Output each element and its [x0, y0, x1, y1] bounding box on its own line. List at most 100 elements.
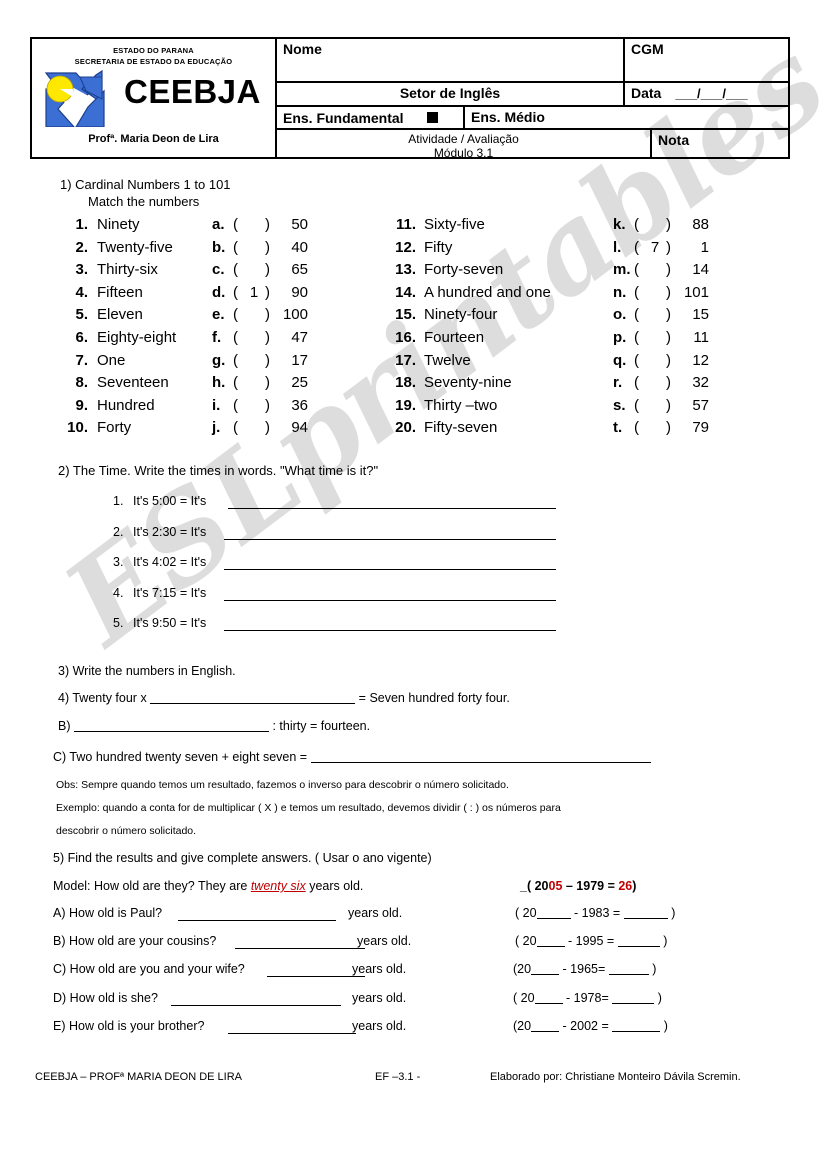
- age-calc-year-blank[interactable]: [534, 991, 563, 1004]
- time-row-text: It's 5:00 = It's: [133, 494, 207, 508]
- age-years-old-label: years old.: [352, 962, 407, 977]
- age-calc-open: ( 20: [515, 906, 537, 920]
- age-calc-mid: - 1983 =: [570, 906, 624, 920]
- match-row-letter: t.: [613, 419, 623, 437]
- match-row-index: 7.: [75, 351, 88, 369]
- age-calc-year-blank[interactable]: [536, 934, 565, 948]
- time-row-index: 1.: [113, 494, 124, 508]
- match-row-value: 79: [692, 419, 709, 437]
- match-row-index: 6.: [75, 329, 88, 346]
- match-row-paren-open: (: [233, 419, 238, 437]
- match-row-word: Ninety: [97, 216, 140, 233]
- time-row-answer-blank[interactable]: [224, 569, 556, 571]
- match-row-index: 16.: [395, 329, 416, 346]
- footer-left: CEEBJA – PROFª MARIA DEON DE LIRA: [35, 1071, 243, 1083]
- time-row-answer-blank[interactable]: [228, 508, 556, 509]
- time-row-answer-blank[interactable]: [224, 630, 556, 632]
- exercise4-line-a-suffix: = Seven hundred forty four.: [358, 691, 510, 705]
- exercise5-model-calc-red-2: 26: [618, 879, 633, 893]
- age-years-old-label: years old.: [348, 906, 403, 920]
- match-row-letter: l.: [613, 238, 622, 256]
- exercise5-model-calc-open: _( 20: [520, 879, 549, 893]
- match-row-word: Fifteen: [97, 283, 143, 301]
- match-row-value: 88: [692, 216, 709, 233]
- exercise5-model: Model: How old are they? They are twenty…: [53, 879, 363, 893]
- match-row-index: 5.: [75, 306, 88, 324]
- footer-right: Elaborado por: Christiane Monteiro Dávil…: [490, 1071, 741, 1083]
- age-calc-result-blank[interactable]: [608, 962, 649, 976]
- exercise4-line-c-blank[interactable]: [310, 750, 651, 763]
- match-row-paren-close: ): [666, 306, 671, 324]
- match-row-paren-close: ): [265, 329, 270, 346]
- match-row-letter: d.: [212, 283, 226, 301]
- match-row-index: 9.: [75, 396, 88, 414]
- match-row-value: 15: [692, 306, 709, 324]
- age-answer-blank[interactable]: [266, 976, 365, 978]
- match-row-letter: a.: [212, 216, 225, 233]
- match-row-value: 50: [291, 216, 308, 233]
- match-row-value: 14: [692, 261, 709, 279]
- age-years-old-label: years old.: [357, 934, 412, 949]
- match-row-paren-close: ): [666, 329, 671, 346]
- match-row-letter: r.: [613, 374, 623, 392]
- age-question-text: A) How old is Paul?: [53, 906, 163, 920]
- exercise4-line-b-blank[interactable]: [73, 719, 269, 732]
- exercise4-exemplo-line-2: descobrir o número solicitado.: [56, 825, 197, 837]
- age-calc-open: (20: [513, 1018, 532, 1033]
- match-row-letter: i.: [212, 396, 221, 414]
- exercise4-line-a: 4) Twenty four x = Seven hundred forty f…: [58, 691, 510, 705]
- match-row-paren-open: (: [634, 261, 639, 279]
- match-row-word: Hundred: [97, 396, 155, 414]
- match-row-word: Thirty-six: [97, 261, 158, 279]
- match-row-paren-open: (: [233, 374, 238, 392]
- match-row-word: Ninety-four: [424, 306, 498, 324]
- match-row-index: 4.: [75, 283, 88, 301]
- match-row-value: 32: [692, 374, 709, 392]
- time-row-index: 5.: [113, 616, 124, 631]
- age-calc-result-blank[interactable]: [617, 934, 660, 948]
- time-row-index: 2.: [113, 524, 124, 539]
- time-row-answer-blank[interactable]: [224, 599, 556, 601]
- age-answer-blank[interactable]: [177, 920, 336, 921]
- match-row-word: Sixty-five: [424, 216, 485, 233]
- time-row-answer-blank[interactable]: [224, 538, 556, 540]
- age-calc-open: ( 20: [515, 934, 537, 949]
- age-calc-year-blank[interactable]: [536, 906, 571, 919]
- exercise1-title: 1) Cardinal Numbers 1 to 101: [60, 177, 231, 192]
- match-row-paren-open: (: [634, 306, 639, 324]
- match-row-value: 57: [692, 396, 709, 414]
- match-row-word: Forty: [97, 419, 132, 437]
- age-calc-result-blank[interactable]: [612, 991, 655, 1004]
- time-row-index: 4.: [113, 585, 124, 600]
- match-row-value: 17: [291, 351, 308, 369]
- match-row-index: 12.: [395, 238, 416, 256]
- exercise4-line-a-blank[interactable]: [150, 691, 356, 704]
- match-row-letter: q.: [613, 351, 627, 369]
- match-row-paren-close: ): [666, 216, 671, 233]
- match-row-word: Fifty-seven: [424, 419, 498, 437]
- match-row-paren-open: (: [634, 396, 639, 414]
- match-row-word: Thirty –two: [424, 396, 498, 414]
- exercise2-title: 2) The Time. Write the times in words. "…: [58, 463, 379, 478]
- match-row-index: 15.: [395, 306, 416, 324]
- match-row-paren-close: ): [265, 216, 270, 233]
- match-row-paren-open: (: [634, 374, 639, 392]
- age-calc-result-blank[interactable]: [612, 1019, 661, 1032]
- exercise4-line-b-suffix: : thirty = fourteen.: [272, 719, 371, 733]
- match-row-letter: m.: [613, 261, 631, 279]
- match-row-paren-close: ): [666, 396, 671, 414]
- match-row-answer[interactable]: 1: [245, 284, 263, 301]
- age-answer-blank[interactable]: [234, 948, 365, 950]
- age-calc-year-blank[interactable]: [531, 1019, 560, 1032]
- exercise5-title: 5) Find the results and give complete an…: [53, 851, 432, 865]
- match-row-paren-close: ): [265, 419, 270, 437]
- match-row-word: Forty-seven: [424, 261, 504, 279]
- age-question-text: B) How old are your cousins?: [53, 934, 217, 949]
- age-calc-year-blank[interactable]: [531, 962, 560, 976]
- match-row-paren-open: (: [634, 238, 639, 256]
- match-row-value: 11: [693, 329, 709, 346]
- age-calc-result-blank[interactable]: [623, 906, 668, 919]
- age-answer-blank[interactable]: [171, 1004, 342, 1006]
- age-answer-blank[interactable]: [228, 1032, 357, 1034]
- match-row-answer[interactable]: 7: [646, 239, 664, 256]
